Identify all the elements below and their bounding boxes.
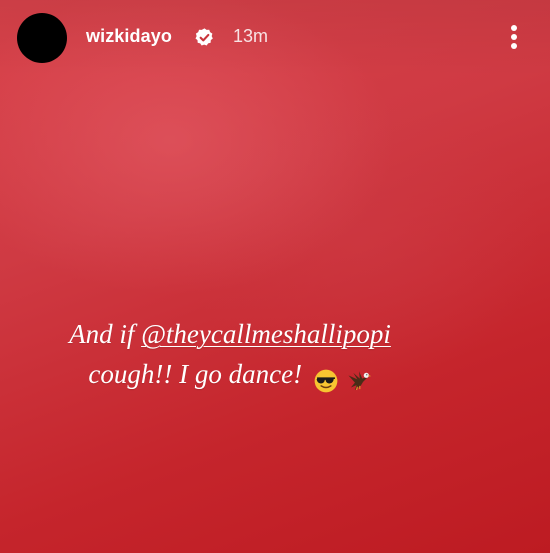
more-options-button[interactable]	[503, 22, 525, 52]
caption-text: And if	[69, 319, 142, 349]
caption-line-1: And if @theycallmeshallipopi	[0, 314, 460, 354]
caption-text-2: cough!! I go dance!	[88, 359, 303, 389]
story-viewer[interactable]: wizkidayo 13m And if @theycallmeshallipo…	[0, 0, 550, 553]
username[interactable]: wizkidayo	[86, 26, 172, 47]
more-vertical-icon	[511, 25, 517, 31]
post-time: 13m	[233, 26, 269, 46]
story-caption: And if @theycallmeshallipopi cough!! I g…	[0, 314, 460, 398]
eagle-emoji	[348, 371, 371, 390]
mention-link[interactable]: @theycallmeshallipopi	[141, 319, 391, 349]
verified-badge-icon	[195, 28, 213, 46]
story-header: wizkidayo 13m	[0, 0, 550, 76]
smiling-face-with-sunglasses-emoji	[314, 369, 338, 393]
emoji-group	[313, 358, 372, 398]
avatar[interactable]	[17, 13, 67, 63]
caption-line-2: cough!! I go dance!	[0, 354, 460, 398]
